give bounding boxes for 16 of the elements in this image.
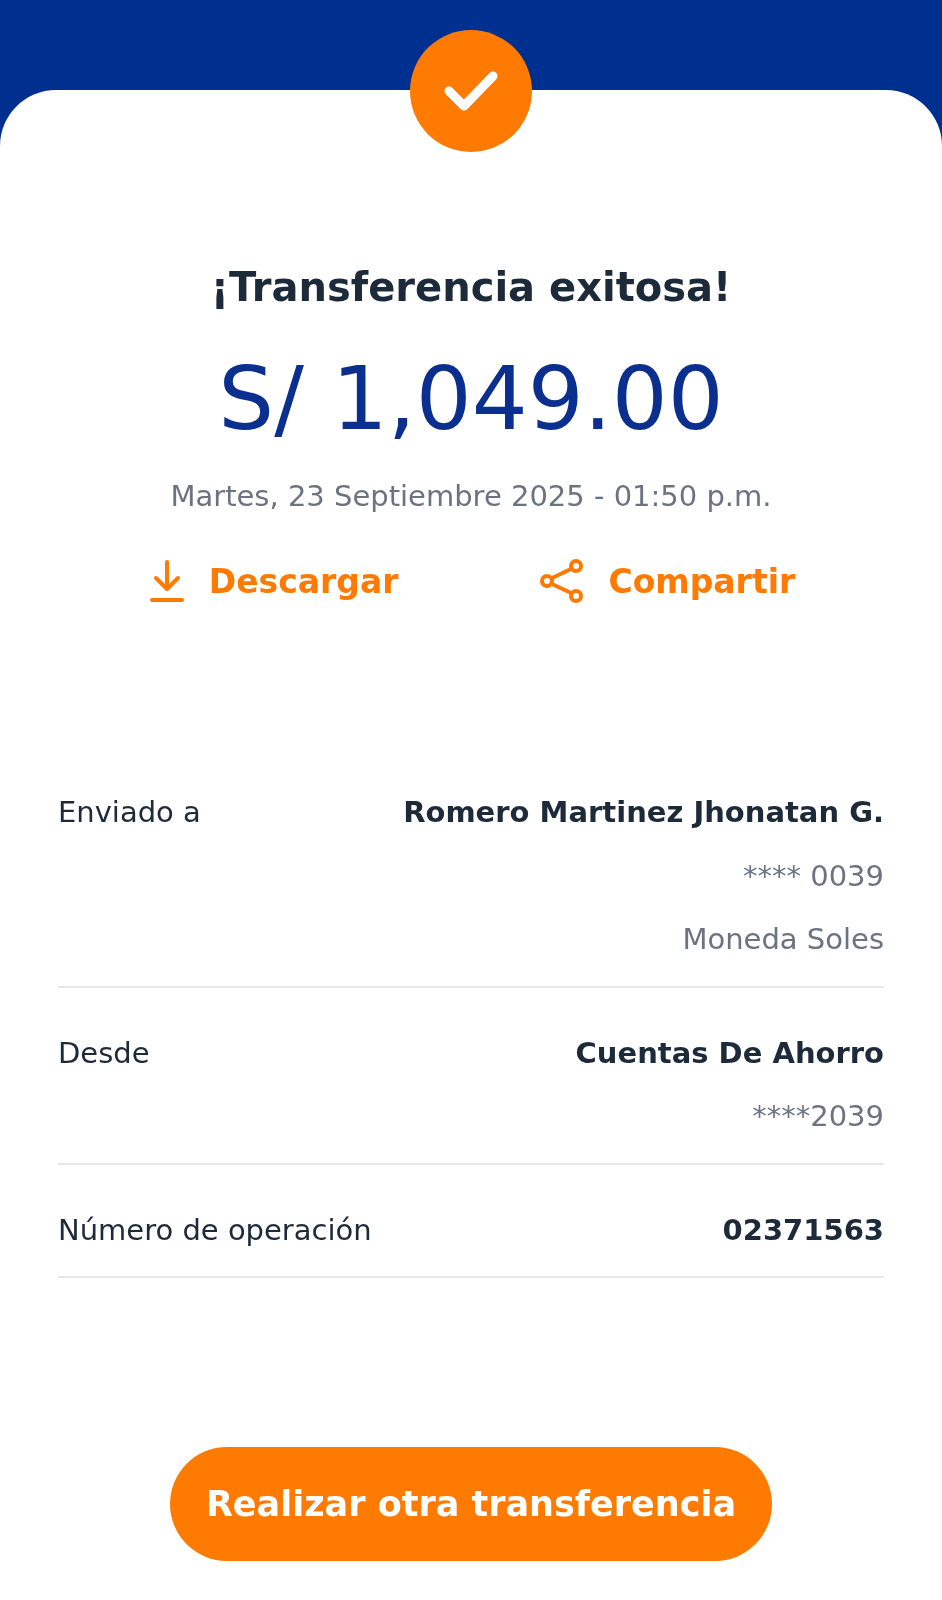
detail-value: **** 0039 — [742, 857, 884, 895]
detail-label: Número de operación — [58, 1211, 372, 1249]
share-button[interactable]: Compartir — [538, 556, 796, 606]
amount: S/ 1,049.00 — [218, 355, 724, 443]
download-button[interactable]: Descargar — [146, 556, 399, 606]
detail-value: ****2039 — [752, 1098, 884, 1135]
title: ¡Transferencia exitosa! — [210, 263, 732, 312]
date-text: Martes, 23 Septiembre 2025 - 01:50 p.m. — [170, 478, 772, 515]
detail-value: Moneda Soles — [682, 921, 884, 958]
checkmark-icon — [443, 69, 499, 113]
detail-value: 02371563 — [722, 1211, 884, 1249]
detail-label: Desde — [58, 1034, 150, 1072]
detail-value: Romero Martinez Jhonatan G. — [403, 794, 884, 831]
detail-label: Enviado a — [58, 794, 201, 831]
primary-button[interactable]: Realizar otra transferencia — [170, 1447, 772, 1561]
detail-value: Cuentas De Ahorro — [575, 1034, 884, 1072]
